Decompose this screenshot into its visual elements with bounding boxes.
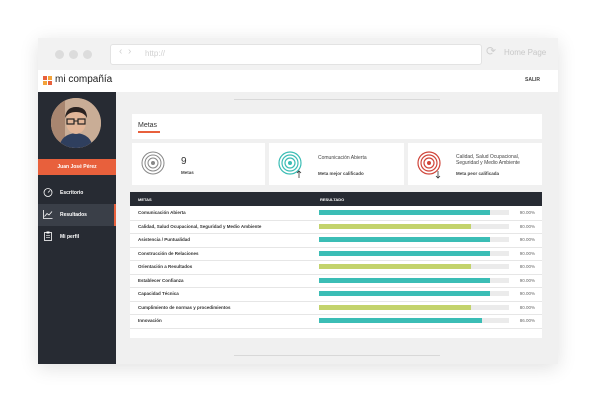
sidebar-item-label: Resultados [60, 212, 87, 218]
sidebar-item-resultados[interactable]: Resultados [38, 204, 116, 226]
table-row: Calidad, Salud Ocupacional, Seguridad y … [130, 220, 542, 234]
result-percent: 80.00% [519, 264, 535, 269]
result-bar [319, 210, 509, 215]
goal-name: Orientación a Resultados [138, 264, 193, 269]
result-bar [319, 318, 509, 323]
line-chart-icon [43, 210, 53, 219]
divider [234, 99, 440, 100]
kpi-card-best: Comunicación Abierta Meta mejor califica… [269, 143, 404, 185]
result-bar-fill [319, 223, 471, 229]
table-row: Asistencia / Puntualidad 90.00% [130, 233, 542, 248]
result-bar [319, 250, 509, 256]
column-header-metas: METAS [138, 197, 152, 202]
result-bar-fill [319, 210, 490, 215]
sidebar-item-escritorio[interactable]: Escritorio [38, 182, 116, 204]
chevron-right-icon[interactable]: › [128, 46, 131, 57]
result-percent: 90.00% [519, 237, 535, 242]
goal-name: Calidad, Salud Ocupacional, Seguridad y … [138, 223, 262, 229]
url-bar[interactable]: ‹ › http:// [110, 44, 482, 65]
goal-name: Capacidad Técnica [138, 291, 179, 296]
goal-name: Establecer Confianza [138, 277, 184, 283]
result-bar-fill [319, 250, 490, 256]
result-bar [319, 304, 509, 310]
target-down-icon [417, 151, 441, 179]
result-bar [319, 264, 509, 269]
result-bar-fill [319, 291, 490, 296]
kpi-goal-name-line2: Seguridad y Medio Ambiente [456, 160, 520, 166]
kpi-label: Metas [181, 170, 194, 175]
result-percent: 90.00% [519, 210, 535, 215]
user-name: Juan José Pérez [38, 159, 116, 175]
result-percent: 86.00% [519, 318, 535, 323]
result-bar-fill [319, 237, 490, 242]
kpi-label: Meta mejor calificado [318, 171, 364, 176]
result-percent: 80.00% [519, 304, 535, 310]
page-title: Metas [138, 122, 158, 129]
browser-window: ‹ › http:// ⟳ Home Page mi compañía SALI… [38, 38, 558, 364]
result-bar [319, 237, 509, 242]
kpi-value: 9 [181, 156, 187, 167]
table-row: Comunicación Abierta 90.00% [130, 206, 542, 221]
goal-name: Comunicación Abierta [138, 210, 186, 215]
kpi-card-metas: 9 Metas [132, 143, 265, 185]
brand-name: mi compañía [55, 74, 113, 85]
sidebar-item-label: Mi perfil [60, 234, 80, 240]
goal-name: Construcción de Relaciones [138, 250, 199, 256]
clipboard-icon [44, 231, 52, 241]
main-content: Metas 9 Metas Comunicación Abierta Meta … [116, 92, 558, 364]
logo-icon [43, 76, 52, 85]
sidebar-item-mi-perfil[interactable]: Mi perfil [38, 226, 116, 248]
result-bar-fill [319, 277, 490, 283]
window-maximize-dot[interactable] [83, 50, 92, 59]
table-row: Cumplimiento de normas y procedimientos 8… [130, 301, 542, 315]
app-header: mi compañía SALIR [38, 70, 558, 93]
sidebar-item-label: Escritorio [60, 190, 84, 196]
reload-icon[interactable]: ⟳ [486, 44, 496, 58]
window-minimize-dot[interactable] [69, 50, 78, 59]
result-bar-fill [319, 264, 471, 269]
goals-table: METAS RESULTADO Comunicación Abierta 90.0… [130, 192, 542, 338]
kpi-card-worst: Calidad, Salud Ocupacional, Seguridad y … [408, 143, 542, 185]
window-close-dot[interactable] [55, 50, 64, 59]
avatar [51, 98, 101, 148]
column-header-resultado: RESULTADO [320, 197, 345, 202]
goal-name: Cumplimiento de normas y procedimientos [138, 304, 231, 310]
result-percent: 90.00% [519, 250, 535, 256]
result-bar-fill [319, 318, 483, 323]
logout-button[interactable]: SALIR [525, 77, 540, 83]
title-underline [138, 131, 160, 133]
page-title-card: Metas [132, 114, 542, 139]
table-row: Construcción de Relaciones 90.00% [130, 247, 542, 261]
result-percent: 80.00% [519, 223, 535, 229]
result-bar [319, 291, 509, 296]
chevron-left-icon[interactable]: ‹ [119, 46, 122, 57]
result-percent: 90.00% [519, 277, 535, 283]
target-icon [141, 151, 165, 175]
target-up-icon [278, 151, 302, 178]
speedometer-icon [43, 188, 53, 197]
kpi-goal-name: Comunicación Abierta [318, 155, 367, 161]
url-text[interactable]: http:// [145, 49, 165, 58]
divider [234, 355, 440, 356]
goal-name: Asistencia / Puntualidad [138, 237, 191, 242]
table-row: Establecer Confianza 90.00% [130, 274, 542, 288]
table-row: Innovación 86.00% [130, 314, 542, 329]
sidebar: Juan José Pérez Escritorio Resultados Mi… [38, 92, 116, 364]
kpi-label: Meta peor calificada [456, 171, 500, 176]
result-bar [319, 223, 509, 229]
goal-name: Innovación [138, 318, 162, 323]
result-bar [319, 277, 509, 283]
home-page-link[interactable]: Home Page [504, 48, 546, 57]
result-percent: 90.00% [519, 291, 535, 296]
result-bar-fill [319, 304, 471, 310]
table-row: Orientación a Resultados 80.00% [130, 260, 542, 275]
table-header: METAS RESULTADO [130, 192, 542, 206]
table-row: Capacidad Técnica 90.00% [130, 287, 542, 302]
browser-toolbar: ‹ › http:// ⟳ Home Page [38, 38, 558, 70]
